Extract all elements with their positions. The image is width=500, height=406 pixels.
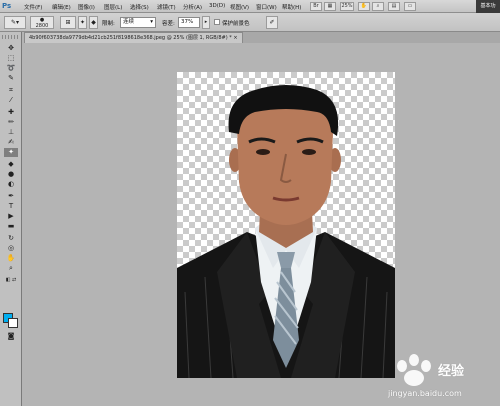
menu-file[interactable]: 文件(F) <box>24 3 42 11</box>
workspace-switcher[interactable]: 基本功 <box>476 0 500 13</box>
protect-foreground-label: 保护前景色 <box>222 21 250 27</box>
background-eraser-tool-icon[interactable]: ✦ <box>4 148 18 157</box>
rectangle-tool-icon[interactable]: ▬ <box>4 222 18 231</box>
menu-view[interactable]: 视图(V) <box>230 3 249 11</box>
menu-layer[interactable]: 图层(L) <box>104 3 122 11</box>
limits-label: 限制: <box>102 21 115 27</box>
brush-preset-picker[interactable]: ● 2800 <box>30 16 54 29</box>
photoshop-logo: Ps <box>2 2 12 10</box>
tool-preset-picker[interactable]: ✎▾ <box>4 16 26 29</box>
menu-image[interactable]: 图像(I) <box>78 3 95 11</box>
view-extras-icon[interactable]: ▦ <box>324 2 336 11</box>
clone-stamp-tool-icon[interactable]: ⊥ <box>4 128 18 137</box>
pen-tool-icon[interactable]: ✒ <box>4 192 18 201</box>
limits-select[interactable]: 连续 ▾ <box>120 17 156 28</box>
move-tool-icon[interactable]: ✥ <box>4 44 18 53</box>
default-colors-icon[interactable]: ◧ ⇄ <box>4 276 18 285</box>
document-tab-title: 4b90f603738da9779db4d21cb251f8198618e368… <box>29 35 232 41</box>
background-color-swatch[interactable] <box>8 318 18 328</box>
sampling-once-button[interactable]: ✦ <box>78 16 87 29</box>
document-tab[interactable]: 4b90f603738da9779db4d21cb251f8198618e368… <box>24 32 243 43</box>
arrange-documents-icon[interactable]: ▤ <box>388 2 400 11</box>
tolerance-input[interactable]: 37% <box>178 17 200 28</box>
eyedropper-tool-icon[interactable]: ⁄ <box>4 96 18 105</box>
protect-foreground-checkbox[interactable] <box>214 19 220 25</box>
chevron-down-icon: ▾ <box>150 19 153 25</box>
options-bar: ✎▾ ● 2800 ⊞ ✦ ◆ 限制: 连续 ▾ 容差: 37% ▸ 保护前景色 … <box>0 13 500 32</box>
document-tab-bar: 4b90f603738da9779db4d21cb251f8198618e368… <box>24 32 500 43</box>
crop-tool-icon[interactable]: ⌗ <box>4 86 18 95</box>
menu-filter[interactable]: 滤镜(T) <box>157 3 176 11</box>
marquee-tool-icon[interactable]: ⬚ <box>4 54 18 63</box>
menu-edit[interactable]: 编辑(E) <box>52 3 71 11</box>
watermark-url: jingyan.baidu.com <box>388 389 462 398</box>
3d-rotate-tool-icon[interactable]: ↻ <box>4 234 18 243</box>
tablet-pressure-icon[interactable]: ✐ <box>266 16 278 29</box>
blur-tool-icon[interactable]: ● <box>4 170 18 179</box>
menu-window[interactable]: 窗口(W) <box>256 3 277 11</box>
close-icon[interactable]: × <box>233 35 237 41</box>
hand-tool-icon[interactable]: ✋ <box>4 254 18 263</box>
menu-3d[interactable]: 3D(D) <box>209 3 225 9</box>
tolerance-label: 容差: <box>162 21 175 27</box>
screen-mode-icon[interactable]: ▭ <box>404 2 416 11</box>
quick-mask-icon[interactable]: ◙ <box>4 332 18 341</box>
toolbox-grip[interactable] <box>2 35 20 39</box>
3d-orbit-tool-icon[interactable]: ◎ <box>4 244 18 253</box>
limits-value: 连续 <box>123 19 135 25</box>
quick-selection-tool-icon[interactable]: ✎ <box>4 74 18 83</box>
zoom-icon[interactable]: ⌕ <box>372 2 384 11</box>
menu-bar: Ps 文件(F) 编辑(E) 图像(I) 图层(L) 选择(S) 滤镜(T) 分… <box>0 0 500 13</box>
portrait-image <box>177 85 395 378</box>
tolerance-slider-toggle[interactable]: ▸ <box>202 16 210 29</box>
toolbox: ✥ ⬚ ➰ ✎ ⌗ ⁄ ✚ ✏ ⊥ ✍ ✦ ◆ ● ◐ ✒ T ▶ ▬ ↻ ◎ … <box>0 32 22 406</box>
zoom-level-dropdown[interactable]: 25% <box>340 2 354 11</box>
brush-size-label: 2800 <box>35 23 49 29</box>
hand-icon[interactable]: ✋ <box>358 2 370 11</box>
document-canvas[interactable] <box>177 72 395 378</box>
paint-bucket-tool-icon[interactable]: ◆ <box>4 160 18 169</box>
menu-analysis[interactable]: 分析(A) <box>183 3 202 11</box>
history-brush-tool-icon[interactable]: ✍ <box>4 138 18 147</box>
path-selection-tool-icon[interactable]: ▶ <box>4 212 18 221</box>
sampling-background-swatch-button[interactable]: ◆ <box>89 16 98 29</box>
menu-help[interactable]: 帮助(H) <box>282 3 301 11</box>
healing-brush-tool-icon[interactable]: ✚ <box>4 108 18 117</box>
brush-tool-icon[interactable]: ✏ <box>4 118 18 127</box>
launch-bridge-icon[interactable]: Br <box>310 2 322 11</box>
lasso-tool-icon[interactable]: ➰ <box>4 64 18 73</box>
type-tool-icon[interactable]: T <box>4 202 18 211</box>
zoom-tool-icon[interactable]: ⌕ <box>4 264 18 273</box>
dodge-tool-icon[interactable]: ◐ <box>4 180 18 189</box>
sampling-continuous-button[interactable]: ⊞ <box>60 16 76 29</box>
watermark-brand: 经验 <box>438 364 465 379</box>
menu-select[interactable]: 选择(S) <box>130 3 149 11</box>
